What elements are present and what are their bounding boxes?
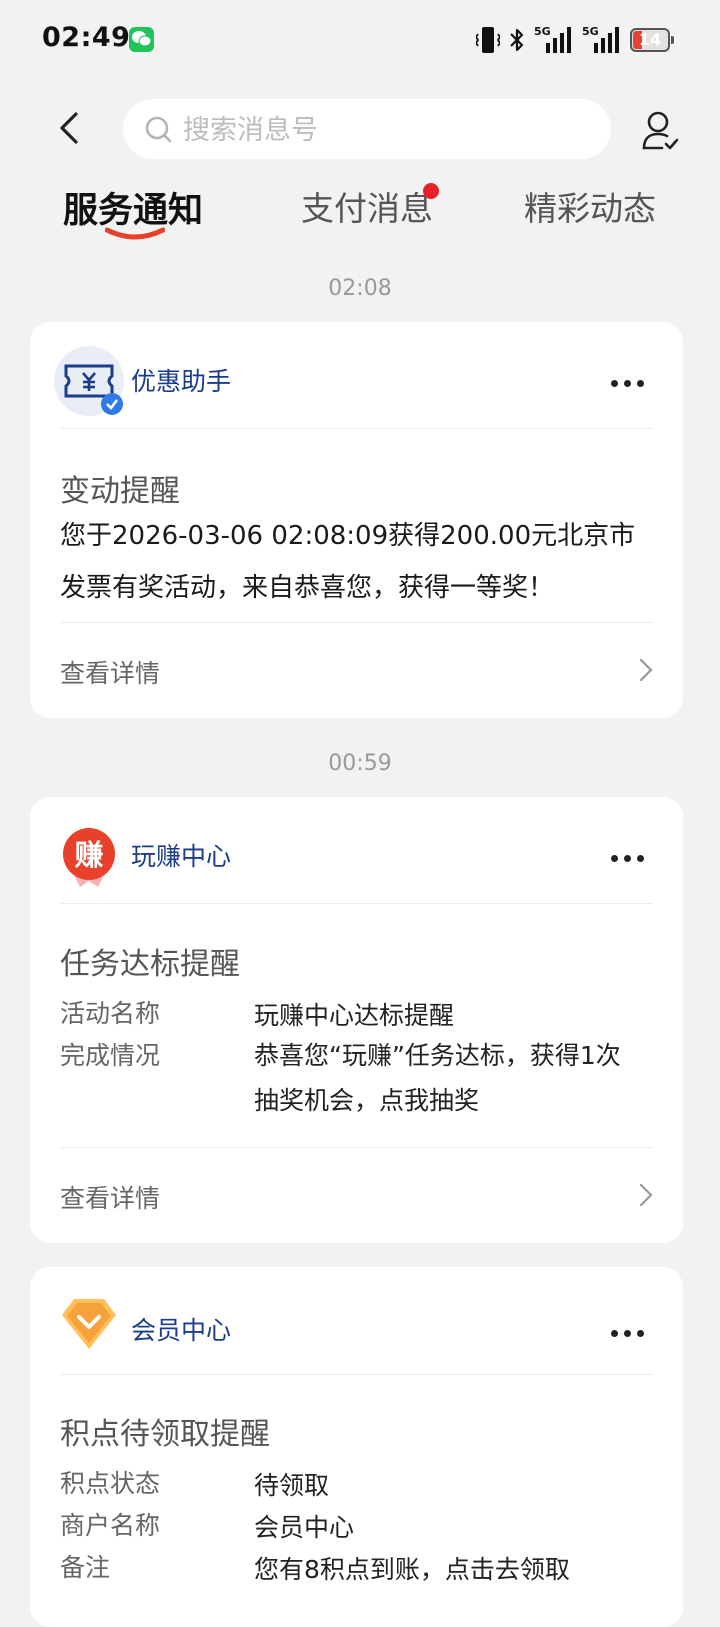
field-value: 会员中心 — [254, 1513, 355, 1542]
message-card: 优惠助手 变动提醒 您于2026-03-06 02:08:09获得200.00元… — [30, 322, 683, 718]
more-options-button[interactable] — [611, 372, 651, 387]
field-key: 商户名称 — [60, 1511, 161, 1540]
search-input[interactable] — [181, 107, 585, 153]
divider — [60, 428, 653, 429]
earn-avatar-icon: 赚 — [62, 827, 116, 889]
battery-icon: 14 — [630, 28, 674, 52]
unread-badge — [423, 183, 439, 199]
message-time: 02:08 — [328, 276, 392, 301]
field-key: 活动名称 — [60, 999, 161, 1028]
field-key: 备注 — [60, 1553, 111, 1582]
status-bar: 02:49 5G 5G 14 — [0, 0, 720, 80]
field-value[interactable]: 您有8积点到账，点击去领取 — [254, 1547, 623, 1592]
divider — [60, 1374, 653, 1375]
sender-name: 优惠助手 — [131, 367, 232, 396]
top-nav — [0, 96, 720, 162]
tab-payment-messages[interactable]: 支付消息 — [301, 182, 433, 230]
search-bar[interactable] — [123, 99, 611, 159]
earn-avatar-text: 赚 — [74, 838, 103, 872]
field-value[interactable]: 恭喜您“玩赚”任务达标，获得1次抽奖机会，点我抽奖 — [254, 1033, 623, 1123]
signal-5g-icon-1: 5G — [534, 25, 574, 55]
bluetooth-icon — [510, 28, 524, 52]
wechat-icon — [129, 27, 154, 52]
message-body: 您于2026-03-06 02:08:09获得200.00元北京市发票有奖活动，… — [60, 521, 636, 603]
message-card: 会员中心 积点待领取提醒 积点状态 待领取 商户名称 会员中心 备注 您有8积点… — [30, 1267, 683, 1627]
chevron-right-icon — [639, 1183, 653, 1207]
message-title: 任务达标提醒 — [60, 947, 240, 982]
divider — [60, 903, 653, 904]
sender-name: 玩赚中心 — [131, 842, 232, 871]
search-icon — [145, 116, 172, 143]
active-tab-indicator — [105, 227, 165, 240]
message-title: 积点待领取提醒 — [60, 1417, 270, 1452]
member-diamond-icon — [60, 1297, 118, 1351]
tab-highlights[interactable]: 精彩动态 — [524, 182, 656, 230]
more-options-button[interactable] — [611, 847, 651, 862]
divider — [60, 1147, 653, 1148]
card-header[interactable]: 会员中心 — [30, 1267, 683, 1373]
vibrate-icon — [476, 27, 500, 53]
message-card: 赚 玩赚中心 任务达标提醒 活动名称 玩赚中心达标提醒 完成情况 恭喜您“玩赚”… — [30, 797, 683, 1243]
view-details-link[interactable]: 查看详情 — [60, 1179, 160, 1215]
coupon-avatar-icon — [54, 346, 124, 416]
back-button[interactable] — [50, 106, 90, 150]
message-tabs: 服务通知 支付消息 精彩动态 — [0, 178, 720, 248]
message-title: 变动提醒 — [60, 474, 180, 509]
divider — [60, 622, 653, 623]
card-header[interactable]: 优惠助手 — [30, 322, 683, 428]
field-row: 商户名称 会员中心 — [60, 1505, 653, 1547]
battery-level: 14 — [638, 30, 662, 49]
field-row: 积点状态 待领取 — [60, 1463, 653, 1505]
field-row: 活动名称 玩赚中心达标提醒 — [60, 993, 653, 1035]
field-row: 完成情况 恭喜您“玩赚”任务达标，获得1次抽奖机会，点我抽奖 — [60, 1035, 653, 1127]
signal-5g-icon-2: 5G — [582, 25, 622, 55]
chevron-right-icon — [639, 658, 653, 682]
field-value: 待领取 — [254, 1471, 330, 1500]
sender-name: 会员中心 — [131, 1316, 232, 1345]
field-value: 玩赚中心达标提醒 — [254, 1001, 455, 1030]
contacts-icon[interactable] — [640, 108, 680, 152]
field-key: 完成情况 — [60, 1041, 161, 1070]
field-key: 积点状态 — [60, 1469, 161, 1498]
card-header[interactable]: 赚 玩赚中心 — [30, 797, 683, 903]
status-time: 02:49 — [42, 22, 131, 53]
field-row: 备注 您有8积点到账，点击去领取 — [60, 1547, 653, 1589]
message-time: 00:59 — [328, 751, 392, 776]
view-details-link[interactable]: 查看详情 — [60, 654, 160, 690]
more-options-button[interactable] — [611, 1322, 651, 1337]
